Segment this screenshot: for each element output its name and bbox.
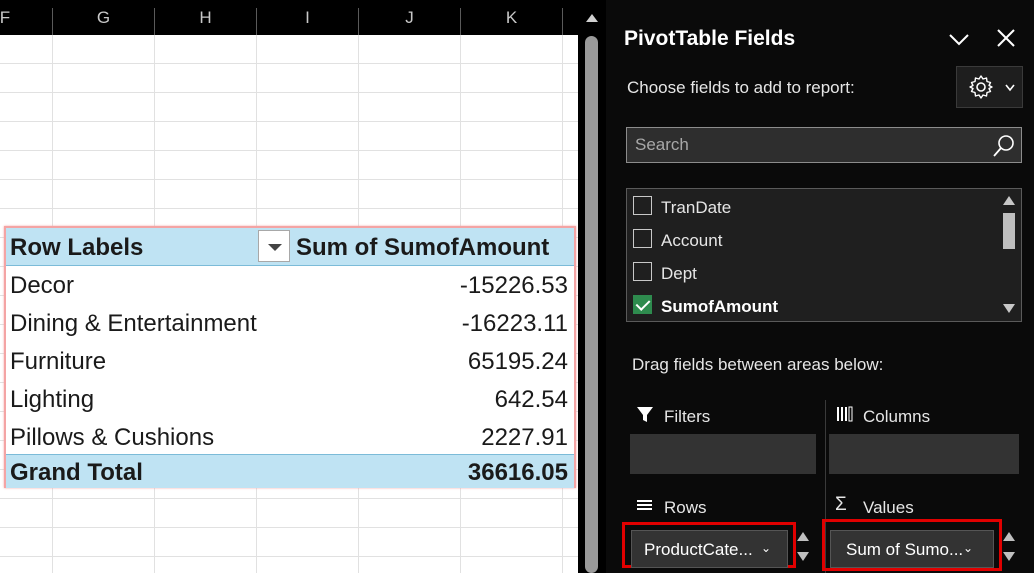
rows-area-label: Rows xyxy=(664,498,707,517)
columns-area-label: Columns xyxy=(863,407,931,426)
move-up-arrow-icon[interactable] xyxy=(797,532,809,541)
values-field-chip[interactable]: Sum of Sumo... ⌄ xyxy=(830,530,994,568)
search-input[interactable] xyxy=(635,135,975,155)
field-checkbox[interactable] xyxy=(633,229,652,248)
field-item-trandate[interactable]: TranDate xyxy=(627,191,995,224)
columns-drop-area[interactable] xyxy=(829,434,1019,474)
filter-funnel-icon xyxy=(637,407,653,422)
rows-field-chip[interactable]: ProductCate... ⌄ xyxy=(631,530,788,568)
pivot-header-row: Row Labels Sum of SumofAmount xyxy=(6,228,574,266)
row-labels-filter-button[interactable] xyxy=(258,230,290,262)
chevron-down-icon[interactable] xyxy=(948,28,970,50)
pivot-row-label: Decor xyxy=(10,272,75,299)
pivot-row[interactable]: Furniture 65195.24 xyxy=(6,342,574,380)
values-area-label: Values xyxy=(863,498,914,517)
column-header-k[interactable]: K xyxy=(461,0,562,35)
pane-title: PivotTable Fields xyxy=(624,27,796,50)
field-checkbox[interactable] xyxy=(633,196,652,215)
move-down-arrow-icon[interactable] xyxy=(1003,552,1015,561)
columns-icon xyxy=(837,406,853,422)
sheet-vertical-scrollbar[interactable] xyxy=(578,0,606,573)
field-name: Account xyxy=(661,231,723,250)
column-header-h[interactable]: H xyxy=(155,0,256,35)
field-item-account[interactable]: Account xyxy=(627,224,995,257)
move-down-arrow-icon[interactable] xyxy=(797,552,809,561)
rows-icon xyxy=(637,500,652,510)
pivot-row[interactable]: Pillows & Cushions 2227.91 xyxy=(6,418,574,456)
pivot-row-label: Lighting xyxy=(10,386,95,413)
field-item-sumofamount[interactable]: SumofAmount xyxy=(627,290,995,321)
values-reorder-spinner[interactable] xyxy=(1001,528,1017,568)
row-labels-header[interactable]: Row Labels xyxy=(10,234,143,262)
scrollbar-thumb[interactable] xyxy=(1003,213,1015,249)
pivot-row-value: 2227.91 xyxy=(481,424,568,451)
filters-area-label: Filters xyxy=(664,407,711,426)
grand-total-value: 36616.05 xyxy=(467,459,568,486)
spreadsheet-area[interactable]: F G H I J K Row Labels Sum of SumofAmoun… xyxy=(0,0,578,573)
column-header-i[interactable]: I xyxy=(257,0,358,35)
field-list[interactable]: TranDate Account Dept SumofAmount xyxy=(626,188,1022,322)
pivot-row-value: -15226.53 xyxy=(459,272,568,299)
field-checkbox-checked[interactable] xyxy=(633,295,652,314)
pivot-row[interactable]: Dining & Entertainment -16223.11 xyxy=(6,304,574,342)
scrollbar-thumb[interactable] xyxy=(585,36,598,573)
column-header-j[interactable]: J xyxy=(359,0,460,35)
values-chip-label: Sum of Sumo... xyxy=(846,540,964,559)
pivot-row-value: -16223.11 xyxy=(461,310,568,337)
chevron-down-icon[interactable]: ⌄ xyxy=(761,541,771,555)
tools-button[interactable] xyxy=(956,66,1023,108)
search-icon[interactable] xyxy=(991,133,1017,159)
field-search-box[interactable] xyxy=(626,127,1022,163)
pivot-table[interactable]: Row Labels Sum of SumofAmount Decor -152… xyxy=(4,226,576,488)
pivot-row-label: Dining & Entertainment xyxy=(10,310,257,337)
field-list-scrollbar[interactable] xyxy=(998,189,1020,321)
pivot-row-label: Pillows & Cushions xyxy=(10,424,215,451)
filters-drop-area[interactable] xyxy=(630,434,816,474)
move-up-arrow-icon[interactable] xyxy=(1003,532,1015,541)
rows-chip-label: ProductCate... xyxy=(644,540,753,559)
pivot-row[interactable]: Lighting 642.54 xyxy=(6,380,574,418)
chevron-down-icon xyxy=(1005,84,1015,92)
field-checkbox[interactable] xyxy=(633,262,652,281)
gear-icon xyxy=(969,75,993,99)
field-item-dept[interactable]: Dept xyxy=(627,257,995,290)
scroll-down-arrow-icon[interactable] xyxy=(1003,304,1015,313)
chevron-down-icon[interactable]: ⌄ xyxy=(963,541,973,555)
value-header[interactable]: Sum of SumofAmount xyxy=(296,234,549,262)
column-header-g[interactable]: G xyxy=(53,0,154,35)
scroll-up-arrow-icon[interactable] xyxy=(586,14,598,22)
pivot-row-value: 642.54 xyxy=(494,386,568,413)
scroll-up-arrow-icon[interactable] xyxy=(1003,196,1015,205)
pivot-grand-total-row[interactable]: Grand Total 36616.05 xyxy=(6,454,574,488)
grand-total-label: Grand Total xyxy=(10,459,143,486)
close-icon[interactable] xyxy=(995,27,1017,49)
pivot-row[interactable]: Decor -15226.53 xyxy=(6,266,574,304)
rows-reorder-spinner[interactable] xyxy=(795,528,811,568)
field-name: SumofAmount xyxy=(661,297,779,316)
column-divider xyxy=(562,8,563,35)
pivot-row-label: Furniture xyxy=(10,348,107,375)
column-header-f[interactable]: F xyxy=(0,0,20,35)
field-name: Dept xyxy=(661,264,697,283)
pivot-row-value: 65195.24 xyxy=(467,348,568,375)
field-name: TranDate xyxy=(661,198,732,217)
column-headers: F G H I J K xyxy=(0,0,578,35)
sigma-icon: Σ xyxy=(835,494,847,515)
choose-fields-label: Choose fields to add to report: xyxy=(627,78,855,97)
pivottable-fields-pane: PivotTable Fields Choose fields to add t… xyxy=(606,0,1034,573)
drag-fields-label: Drag fields between areas below: xyxy=(632,355,884,374)
